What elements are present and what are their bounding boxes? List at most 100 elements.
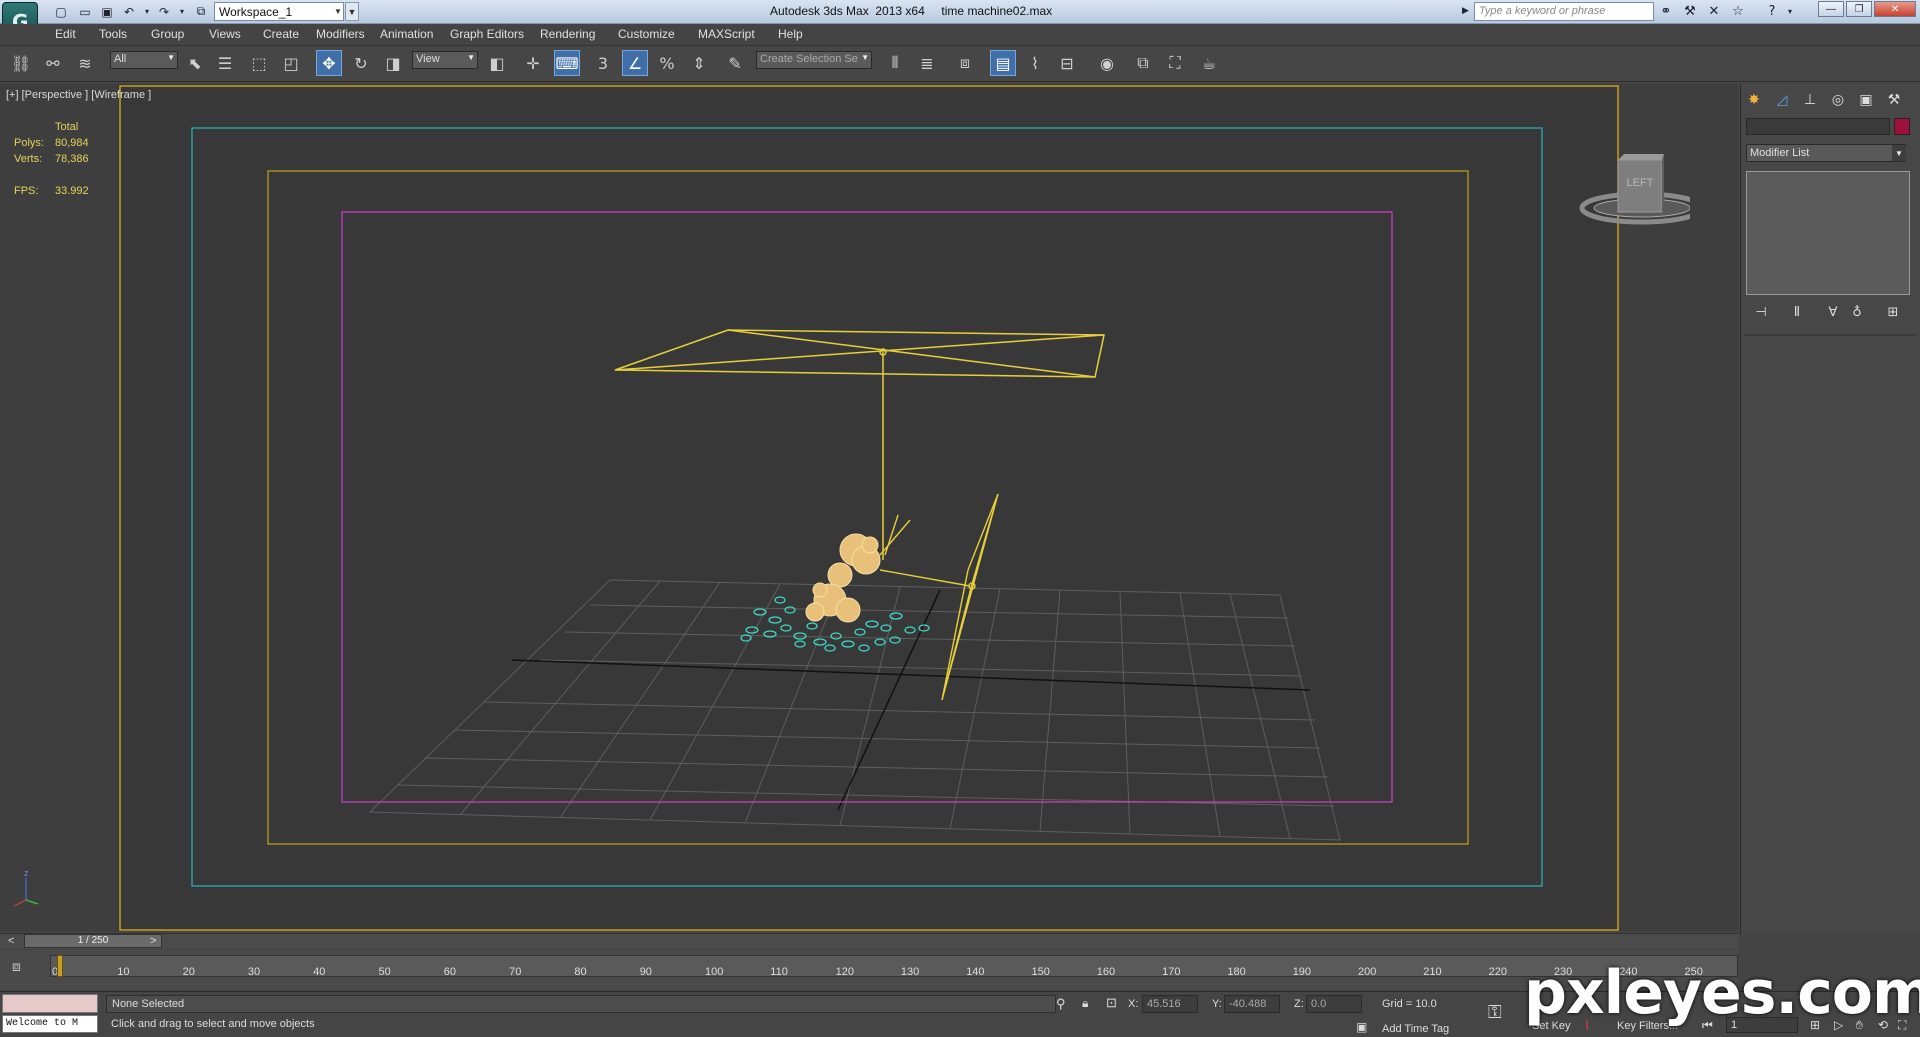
selection-filter-select[interactable]: All ▼ xyxy=(110,51,178,69)
z-coordinate-field[interactable]: 0.0 xyxy=(1306,995,1362,1013)
menu-rendering[interactable]: Rendering xyxy=(540,27,595,41)
snap-toggle-icon[interactable]: 3 xyxy=(590,50,616,76)
chevron-down-icon[interactable]: ▼ xyxy=(332,2,344,21)
create-tab-icon[interactable]: ✸ xyxy=(1742,89,1766,111)
edit-named-selection-icon[interactable]: ✎ xyxy=(722,50,748,76)
save-file-icon[interactable]: ▣ xyxy=(98,3,116,20)
render-setup-icon[interactable]: ⧉ xyxy=(1130,50,1156,76)
menu-modifiers[interactable]: Modifiers xyxy=(316,27,365,41)
rectangular-selection-icon[interactable]: ⬚ xyxy=(246,50,272,76)
menu-animation[interactable]: Animation xyxy=(380,27,433,41)
minimize-button[interactable]: — xyxy=(1818,1,1844,17)
workspace-select[interactable]: Workspace_1 xyxy=(214,2,344,21)
make-unique-icon[interactable]: ∀ xyxy=(1822,302,1844,322)
layer-manager-icon[interactable]: ⧈ xyxy=(952,50,978,76)
maxscript-listener-input[interactable] xyxy=(2,994,98,1013)
menu-views[interactable]: Views xyxy=(209,27,241,41)
menu-maxscript[interactable]: MAXScript xyxy=(698,27,755,41)
manipulate-icon[interactable]: ✛ xyxy=(520,50,546,76)
undo-icon[interactable]: ↶ xyxy=(120,3,138,20)
modifier-stack[interactable] xyxy=(1746,171,1910,295)
percent-snap-icon[interactable]: % xyxy=(654,50,680,76)
mirror-icon[interactable]: ⫴ xyxy=(882,50,908,76)
timeline-ruler[interactable] xyxy=(50,955,1738,977)
selection-lock-icon[interactable]: 🔒︎ xyxy=(1082,996,1088,1011)
search-arrow-icon[interactable]: ▶ xyxy=(1462,5,1469,16)
redo-icon[interactable]: ↷ xyxy=(155,3,173,20)
time-tag-icon[interactable]: ▣ xyxy=(1356,1020,1367,1034)
x-coordinate-field[interactable]: 45.516 xyxy=(1142,995,1198,1013)
mini-curve-editor-icon[interactable]: ⧈ xyxy=(12,958,21,975)
new-file-icon[interactable]: ▢ xyxy=(52,3,70,20)
object-name-input[interactable] xyxy=(1746,118,1890,135)
graphite-modeling-icon[interactable]: ▤ xyxy=(990,50,1016,76)
schematic-view-icon[interactable]: ⊟ xyxy=(1054,50,1080,76)
pin-stack-icon[interactable]: ⊣ xyxy=(1750,302,1772,322)
reference-coordinate-select[interactable]: View ▼ xyxy=(412,51,478,69)
binoculars-icon[interactable]: ⚭ xyxy=(1656,2,1676,21)
material-editor-icon[interactable]: ◉ xyxy=(1094,50,1120,76)
pivot-center-icon[interactable]: ◧ xyxy=(484,50,510,76)
menu-tools[interactable]: Tools xyxy=(99,27,127,41)
modify-tab-icon[interactable]: ◿ xyxy=(1770,89,1794,111)
scale-icon[interactable]: ◨ xyxy=(380,50,406,76)
search-input[interactable]: Type a keyword or phrase xyxy=(1474,2,1654,21)
tools-icon[interactable]: ⚒ xyxy=(1680,2,1700,21)
quick-access-dropdown[interactable]: ▼ xyxy=(345,2,359,21)
close-button[interactable]: ✕ xyxy=(1874,1,1916,17)
align-icon[interactable]: ≣ xyxy=(914,50,940,76)
chevron-down-icon[interactable]: ▼ xyxy=(1892,145,1906,161)
select-by-name-icon[interactable]: ☰ xyxy=(212,50,238,76)
absolute-relative-toggle-icon[interactable]: ⊡ xyxy=(1106,995,1117,1011)
menu-group[interactable]: Group xyxy=(151,27,184,41)
menu-create[interactable]: Create xyxy=(263,27,299,41)
render-teapot-icon[interactable]: ☕ xyxy=(1196,50,1222,76)
spinner-snap-icon[interactable]: ⇕ xyxy=(686,50,712,76)
remove-modifier-icon[interactable]: ♁ xyxy=(1846,302,1868,322)
menu-customize[interactable]: Customize xyxy=(618,27,675,41)
object-color-swatch[interactable] xyxy=(1894,118,1910,135)
redo-dropdown-icon[interactable]: ▾ xyxy=(173,3,191,20)
open-file-icon[interactable]: ▭ xyxy=(76,3,94,20)
keyboard-shortcut-override-icon[interactable]: ⌨ xyxy=(554,50,580,76)
time-playhead[interactable] xyxy=(57,955,63,977)
viewport-label-menu[interactable]: [+] [Perspective ] [Wireframe ] xyxy=(6,89,151,101)
viewcube[interactable]: LEFT xyxy=(1578,146,1690,230)
configure-modifier-sets-icon[interactable]: ⊞ xyxy=(1882,302,1904,322)
motion-tab-icon[interactable]: ◎ xyxy=(1826,89,1850,111)
next-frame-icon[interactable]: > xyxy=(150,935,156,947)
add-time-tag[interactable]: Add Time Tag xyxy=(1382,1023,1449,1035)
window-crossing-icon[interactable]: ◰ xyxy=(278,50,304,76)
project-folder-icon[interactable]: ⧉ xyxy=(192,3,210,20)
isolate-selection-icon[interactable]: ⚲ xyxy=(1056,996,1066,1012)
menu-graph-editors[interactable]: Graph Editors xyxy=(450,27,524,41)
rendered-frame-window-icon[interactable]: ⛶ xyxy=(1162,50,1188,76)
angle-snap-icon[interactable]: ∠ xyxy=(622,50,648,76)
y-coordinate-field[interactable]: -40.488 xyxy=(1224,995,1280,1013)
display-tab-icon[interactable]: ▣ xyxy=(1854,89,1878,111)
rotate-icon[interactable]: ↻ xyxy=(348,50,374,76)
bind-space-warp-icon[interactable]: ≋ xyxy=(72,50,98,76)
prev-frame-icon[interactable]: < xyxy=(8,935,14,947)
key-icon[interactable]: ⚿ xyxy=(1488,1002,1502,1023)
maximize-button[interactable]: ❐ xyxy=(1846,1,1872,17)
undo-dropdown-icon[interactable]: ▾ xyxy=(138,3,156,20)
help-icon[interactable]: ? xyxy=(1762,2,1782,21)
select-object-icon[interactable]: ⬉ xyxy=(182,50,208,76)
favorites-star-icon[interactable]: ☆ xyxy=(1728,2,1748,21)
communication-center-icon[interactable]: ✕ xyxy=(1704,2,1724,21)
named-selection-select[interactable]: Create Selection Se ▼ xyxy=(756,51,872,69)
unlink-icon[interactable]: ⚯ xyxy=(40,50,66,76)
curve-editor-icon[interactable]: ⌇ xyxy=(1022,50,1048,76)
modifier-list-select[interactable]: Modifier List xyxy=(1746,144,1906,162)
link-icon[interactable]: ⛓ xyxy=(8,50,34,76)
menu-edit[interactable]: Edit xyxy=(55,27,76,41)
show-end-result-icon[interactable]: Ⅱ xyxy=(1786,302,1808,322)
menu-help[interactable]: Help xyxy=(778,27,803,41)
maxscript-output[interactable]: Welcome to M xyxy=(2,1015,98,1033)
utilities-tab-icon[interactable]: ⚒ xyxy=(1882,89,1906,111)
time-slider[interactable]: 1 / 250 xyxy=(24,934,162,948)
hierarchy-tab-icon[interactable]: ⊥ xyxy=(1798,89,1822,111)
help-dropdown-icon[interactable]: ▾ xyxy=(1780,2,1800,21)
move-icon[interactable]: ✥ xyxy=(316,50,342,76)
